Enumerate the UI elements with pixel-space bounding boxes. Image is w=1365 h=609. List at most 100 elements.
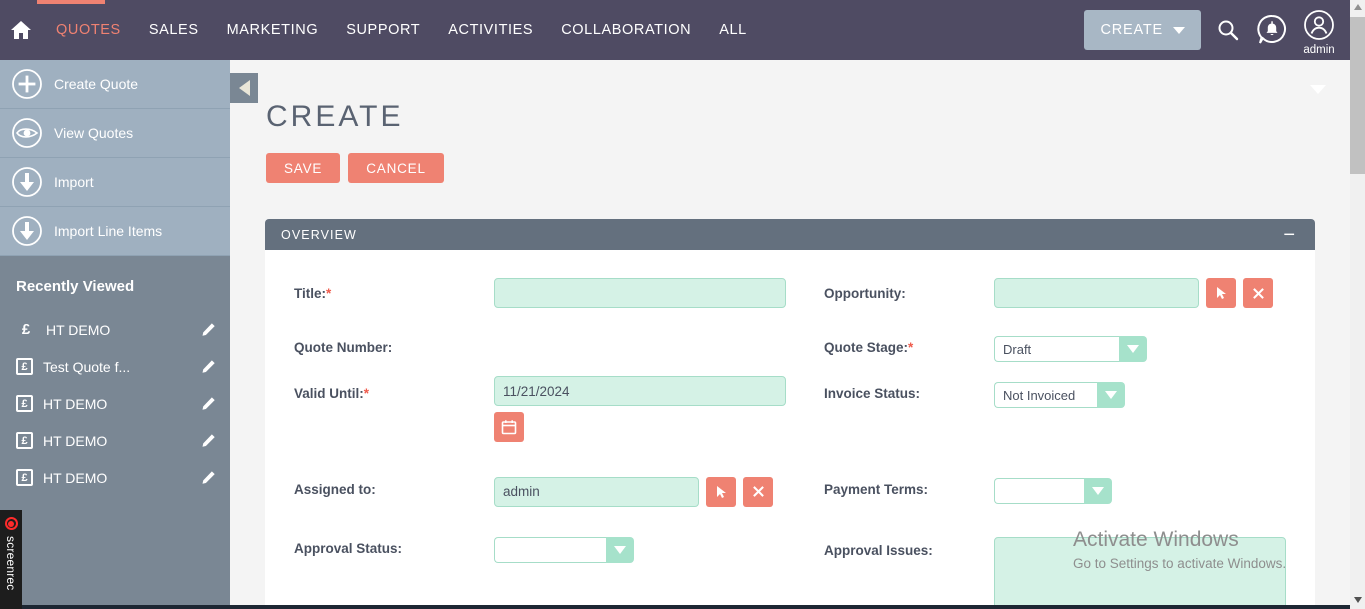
payment-terms-select[interactable] [994,478,1112,504]
list-item-label: HT DEMO [43,469,108,486]
required-marker: * [326,286,332,301]
list-item[interactable]: £ HT DEMO [0,459,230,496]
scroll-down-arrow-icon[interactable] [1354,597,1362,603]
edit-pencil-icon[interactable] [201,322,216,337]
nav-item-activities[interactable]: ACTIVITIES [434,0,547,60]
quote-number-value [494,322,824,376]
approval-status-select[interactable] [494,537,634,563]
list-item[interactable]: £ Test Quote f... [0,348,230,385]
download-circle-icon [10,165,44,199]
assigned-to-select-button[interactable] [706,476,736,507]
approval-status-value [494,537,606,563]
sidebar-item-import-line-items[interactable]: Import Line Items [0,207,230,256]
top-bar-right-group: CREATE admin [1084,0,1357,60]
list-item[interactable]: £ HT DEMO [0,385,230,422]
page-title: CREATE [266,100,404,133]
nav-item-marketing[interactable]: MARKETING [213,0,333,60]
list-item[interactable]: £ HT DEMO [0,311,230,348]
overview-form: Title:* Opportunity: Quote Number: Quote… [265,250,1315,609]
quote-stage-field-cell: Draft [994,322,1350,376]
opportunity-clear-button[interactable] [1243,278,1273,308]
opportunity-select-button[interactable] [1206,278,1236,308]
sidebar-item-label: Create Quote [54,76,139,92]
approval-issues-field-cell [994,523,1350,609]
approval-status-field-cell [494,523,824,609]
payment-terms-field-cell [994,456,1350,523]
chevron-down-icon[interactable] [606,537,634,563]
vertical-scrollbar-thumb[interactable] [1350,17,1365,174]
assigned-to-input[interactable] [494,476,699,507]
chevron-down-icon [1173,26,1185,34]
required-marker: * [363,386,370,401]
record-dot-icon [4,517,18,530]
quote-stage-value: Draft [994,336,1119,362]
valid-until-input[interactable] [494,376,786,406]
user-menu[interactable]: admin [1303,9,1335,56]
top-navigation-bar: QUOTES SALES MARKETING SUPPORT ACTIVITIE… [0,0,1365,60]
sidebar-item-import[interactable]: Import [0,158,230,207]
overview-panel: OVERVIEW − Title:* Opportunity: Quote Nu… [265,219,1315,609]
plus-circle-icon [10,67,44,101]
sidebar-collapse-toggle[interactable] [230,73,258,103]
title-input[interactable] [494,278,786,308]
opportunity-field-cell [994,278,1350,322]
scroll-up-arrow-icon[interactable] [1354,4,1362,10]
screen-recorder-label: screenrec [4,536,18,591]
sidebar-item-view-quotes[interactable]: View Quotes [0,109,230,158]
title-field-cell [494,278,824,322]
horizontal-scrollbar[interactable] [0,605,1365,609]
nav-item-support[interactable]: SUPPORT [332,0,434,60]
title-label: Title:* [294,286,332,301]
chevron-down-icon[interactable] [1084,478,1112,504]
create-button-label: CREATE [1100,22,1163,38]
home-icon[interactable] [8,17,34,43]
panel-minimize-icon[interactable]: − [1283,225,1295,245]
save-button[interactable]: SAVE [266,153,341,183]
valid-until-label: Valid Until:* [294,386,370,401]
pound-box-icon: £ [16,432,33,449]
nav-item-sales[interactable]: SALES [135,0,213,60]
assigned-to-clear-button[interactable] [743,476,773,507]
active-tab-accent [37,0,105,4]
approval-status-label: Approval Status: [294,541,403,556]
edit-pencil-icon[interactable] [201,433,216,448]
calendar-button[interactable] [494,412,524,442]
invoice-status-field-cell: Not Invoiced [994,376,1350,456]
edit-pencil-icon[interactable] [201,396,216,411]
avatar [1303,9,1335,46]
search-icon[interactable] [1215,17,1241,43]
chevron-down-icon[interactable] [1119,336,1147,362]
nav-item-quotes[interactable]: QUOTES [42,0,135,60]
pound-icon: £ [21,321,31,338]
list-item[interactable]: £ HT DEMO [0,422,230,459]
pound-box-icon: £ [16,358,33,375]
sidebar-item-label: View Quotes [54,125,134,141]
assigned-to-label: Assigned to: [294,482,376,497]
opportunity-label: Opportunity: [824,286,906,301]
sidebar-item-create-quote[interactable]: Create Quote [0,60,230,109]
notification-bell-icon[interactable] [1255,13,1289,47]
invoice-status-label: Invoice Status: [824,386,921,401]
nav-item-all[interactable]: ALL [705,0,761,60]
create-button[interactable]: CREATE [1084,10,1201,50]
nav-item-collaboration[interactable]: COLLABORATION [547,0,705,60]
pound-box-icon: £ [16,395,33,412]
main-content: CREATE SAVE CANCEL OVERVIEW − Title:* Op… [230,60,1350,609]
edit-pencil-icon[interactable] [201,470,216,485]
opportunity-input[interactable] [994,278,1199,308]
approval-issues-textarea[interactable] [994,537,1286,609]
approval-issues-label: Approval Issues: [824,543,933,558]
edit-pencil-icon[interactable] [201,359,216,374]
list-item-label: HT DEMO [46,321,111,338]
list-item-label: Test Quote f... [43,358,131,375]
chevron-down-icon[interactable] [1310,82,1326,100]
cancel-button[interactable]: CANCEL [348,153,444,183]
vertical-scrollbar[interactable] [1350,0,1365,609]
quote-stage-select[interactable]: Draft [994,336,1147,362]
invoice-status-select[interactable]: Not Invoiced [994,382,1125,408]
overview-panel-header: OVERVIEW − [265,219,1315,250]
chevron-down-icon[interactable] [1097,382,1125,408]
list-item-label: HT DEMO [43,395,108,412]
action-bar: SAVE CANCEL [266,153,1350,183]
payment-terms-label: Payment Terms: [824,482,929,497]
